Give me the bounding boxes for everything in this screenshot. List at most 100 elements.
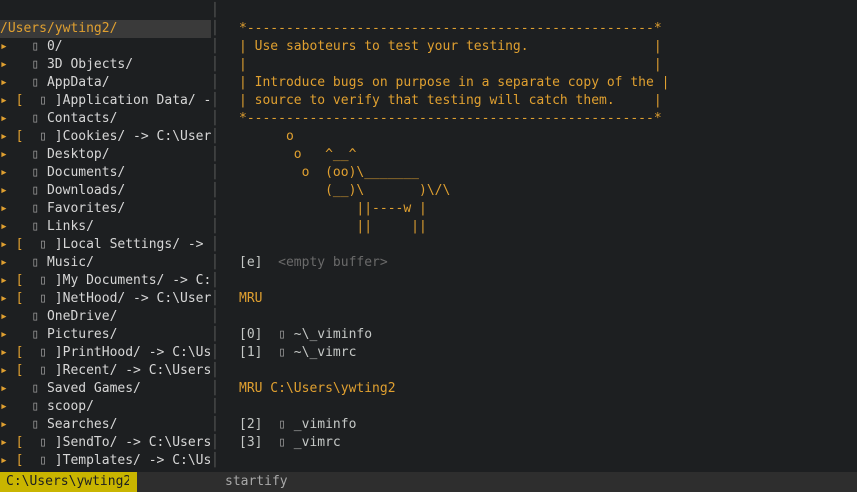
mru-entry[interactable]: [3] ▯ _vimrc: [239, 434, 341, 452]
tree-item[interactable]: ▸ ▯ OneDrive/: [0, 308, 211, 326]
statusline-cwd: C:\Users\ywting2: [0, 472, 138, 492]
tree-item[interactable]: ▸ ▯ Pictures/: [0, 326, 211, 344]
tree-item[interactable]: ▸ [ ▯ ]My Documents/ -> C:\Us: [0, 272, 211, 290]
tree-item-label: ]Cookies/ -> C:\Users\y: [54, 129, 211, 144]
tree-item[interactable]: ▸ ▯ AppData/: [0, 74, 211, 92]
tree-item-label: Searches/: [39, 417, 118, 432]
entry-path: ~\_vimrc: [285, 345, 357, 360]
tree-item[interactable]: ▸ ▯ Music/: [0, 254, 211, 272]
expand-arrow-icon[interactable]: ▸ [: [0, 273, 39, 288]
tree-item-label: 3D Objects/: [39, 57, 134, 72]
tree-item[interactable]: ▸ ▯ scoop/: [0, 398, 211, 416]
tree-item[interactable]: ▸ ▯ Links/: [0, 218, 211, 236]
entry-key: [1]: [239, 345, 263, 360]
tree-item-label: ]SendTo/ -> C:\Users\yw: [54, 435, 211, 450]
tree-item[interactable]: ▸ [ ▯ ]Templates/ -> C:\Users: [0, 452, 211, 470]
tree-item-label: Links/: [39, 219, 94, 234]
cowsay-art-line: (__)\ )\/\: [239, 183, 451, 198]
expand-arrow-icon[interactable]: ▸: [0, 165, 31, 180]
tree-item-label: Documents/: [39, 165, 126, 180]
expand-arrow-icon[interactable]: ▸ [: [0, 453, 39, 468]
expand-arrow-icon[interactable]: ▸: [0, 111, 31, 126]
tree-item[interactable]: ▸ ▯ Desktop/: [0, 146, 211, 164]
mru-section-title: MRU: [239, 291, 263, 306]
tree-item-label: ]My Documents/ -> C:\Us: [54, 273, 211, 288]
folder-icon: ▯: [39, 453, 47, 468]
folder-icon: ▯: [31, 57, 40, 72]
expand-arrow-icon[interactable]: ▸ [: [0, 363, 39, 378]
tree-item[interactable]: ▸ [ ▯ ]Recent/ -> C:\Users\yw: [0, 362, 211, 380]
expand-arrow-icon[interactable]: ▸: [0, 327, 31, 342]
mru-entry[interactable]: [0] ▯ ~\_viminfo: [239, 326, 372, 344]
folder-icon: ▯: [39, 93, 47, 108]
tree-item-label: ]PrintHood/ -> C:\Users: [54, 345, 211, 360]
folder-icon: ▯: [31, 309, 40, 324]
tree-item-label: Downloads/: [39, 183, 126, 198]
entry-key: [2]: [239, 417, 263, 432]
tree-item-label: AppData/: [39, 75, 110, 90]
tree-item[interactable]: ▸ [ ▯ ]PrintHood/ -> C:\Users: [0, 344, 211, 362]
folder-icon: ▯: [31, 201, 40, 216]
tree-item[interactable]: ▸ ▯ 0/: [0, 38, 211, 56]
expand-arrow-icon[interactable]: ▸: [0, 219, 31, 234]
tree-item[interactable]: ▸ [ ▯ ]SendTo/ -> C:\Users\yw: [0, 434, 211, 452]
statusline-buffer-name: startify: [225, 474, 288, 489]
entry-key: [e]: [239, 255, 263, 270]
expand-arrow-icon[interactable]: ▸ [: [0, 93, 39, 108]
expand-arrow-icon[interactable]: ▸: [0, 309, 31, 324]
quote-box-line: | Introduce bugs on purpose in a separat…: [239, 75, 670, 90]
folder-icon: ▯: [31, 327, 40, 342]
tree-item[interactable]: ▸ ▯ Saved Games/: [0, 380, 211, 398]
quote-box-line: | Use saboteurs to test your testing. |: [239, 39, 662, 54]
expand-arrow-icon[interactable]: ▸: [0, 39, 31, 54]
cowsay-art-line: o ^__^: [239, 147, 357, 162]
expand-arrow-icon[interactable]: ▸ [: [0, 237, 39, 252]
tree-item[interactable]: ▸ ▯ Downloads/: [0, 182, 211, 200]
tree-item[interactable]: ▸ ▯ Favorites/: [0, 200, 211, 218]
tree-item[interactable]: ▸ [ ▯ ]NetHood/ -> C:\Users\y: [0, 290, 211, 308]
folder-icon: ▯: [39, 291, 47, 306]
expand-arrow-icon[interactable]: ▸: [0, 75, 31, 90]
tree-item-label: Music/: [39, 255, 94, 270]
folder-icon: ▯: [39, 129, 47, 144]
entry-key: [3]: [239, 435, 263, 450]
tree-item-label: ]Application Data/ -> C: [54, 93, 211, 108]
expand-arrow-icon[interactable]: ▸: [0, 57, 31, 72]
expand-arrow-icon[interactable]: ▸ [: [0, 291, 39, 306]
entry-path: ~\_viminfo: [285, 327, 373, 342]
tree-item[interactable]: ▸ ▯ Documents/: [0, 164, 211, 182]
tree-item[interactable]: ▸ ▯ Contacts/: [0, 110, 211, 128]
folder-icon: ▯: [31, 183, 40, 198]
file-icon: ▯: [278, 345, 286, 360]
tree-item[interactable]: ▸ ▯ Searches/: [0, 416, 211, 434]
tree-item-label: 0/: [39, 39, 63, 54]
mru-entry[interactable]: [1] ▯ ~\_vimrc: [239, 344, 356, 362]
expand-arrow-icon[interactable]: ▸: [0, 417, 31, 432]
tree-item[interactable]: ▸ ▯ 3D Objects/: [0, 56, 211, 74]
expand-arrow-icon[interactable]: ▸: [0, 399, 31, 414]
entry-path: _viminfo: [285, 417, 357, 432]
tree-item[interactable]: ▸ [ ▯ ]Cookies/ -> C:\Users\y: [0, 128, 211, 146]
expand-arrow-icon[interactable]: ▸ [: [0, 129, 39, 144]
mru-entry[interactable]: [2] ▯ _viminfo: [239, 416, 356, 434]
tree-item[interactable]: ▸ [ ▯ ]Local Settings/ -> C:\: [0, 236, 211, 254]
expand-arrow-icon[interactable]: ▸: [0, 381, 31, 396]
expand-arrow-icon[interactable]: ▸ [: [0, 345, 39, 360]
tree-item-label: OneDrive/: [39, 309, 118, 324]
folder-icon: ▯: [31, 255, 40, 270]
expand-arrow-icon[interactable]: ▸: [0, 147, 31, 162]
entry-path: _vimrc: [285, 435, 341, 450]
expand-arrow-icon[interactable]: ▸ [: [0, 435, 39, 450]
empty-buffer-entry[interactable]: [e] <empty buffer>: [239, 254, 388, 272]
expand-arrow-icon[interactable]: ▸: [0, 183, 31, 198]
tree-item[interactable]: ▸ [ ▯ ]Application Data/ -> C: [0, 92, 211, 110]
cowsay-art-line: || ||: [239, 219, 427, 234]
expand-arrow-icon[interactable]: ▸: [0, 201, 31, 216]
folder-icon: ▯: [31, 75, 40, 90]
tree-item-label: scoop/: [39, 399, 94, 414]
statusline-arrow-icon: [129, 472, 137, 492]
tree-root-path[interactable]: /Users/ywting2/: [0, 20, 211, 38]
file-icon: ▯: [278, 417, 286, 432]
expand-arrow-icon[interactable]: ▸: [0, 255, 31, 270]
